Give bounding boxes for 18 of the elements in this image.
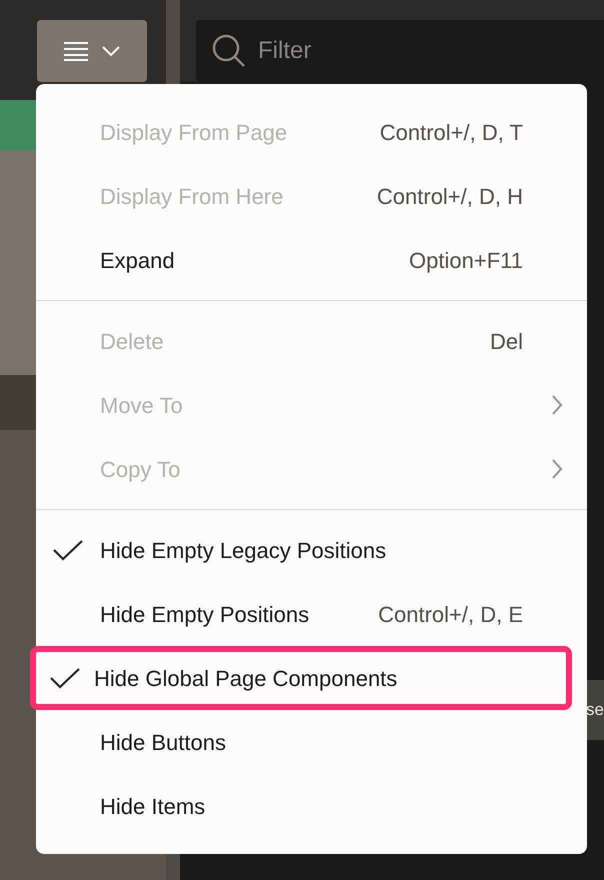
search-icon	[212, 34, 246, 68]
menu-item[interactable]: Hide Global Page Components	[30, 646, 572, 710]
menu-icon	[63, 41, 89, 61]
menu-item[interactable]: Hide Items	[36, 774, 587, 838]
shortcut-text: Control+/, D, T	[380, 118, 523, 146]
chevron-down-icon	[101, 45, 121, 57]
shortcut-text: Del	[490, 328, 523, 356]
menu-item[interactable]: Hide Empty Positions Control+/, D, E	[36, 582, 587, 646]
menu-button[interactable]	[37, 20, 147, 82]
shortcut-text: Control+/, D, H	[376, 182, 523, 210]
shortcut-text: Control+/, D, E	[378, 600, 523, 628]
background-button[interactable]: se	[586, 680, 604, 740]
menu-item[interactable]: Hide Buttons	[36, 710, 587, 774]
menu-item[interactable]: Expand Option+F11	[36, 228, 587, 292]
shortcut-text: Option+F11	[409, 246, 523, 275]
filter-input[interactable]: Filter	[258, 33, 558, 69]
menu-item[interactable]: Hide Empty Legacy Positions	[36, 518, 587, 582]
filter-field[interactable]: Filter	[196, 20, 604, 82]
